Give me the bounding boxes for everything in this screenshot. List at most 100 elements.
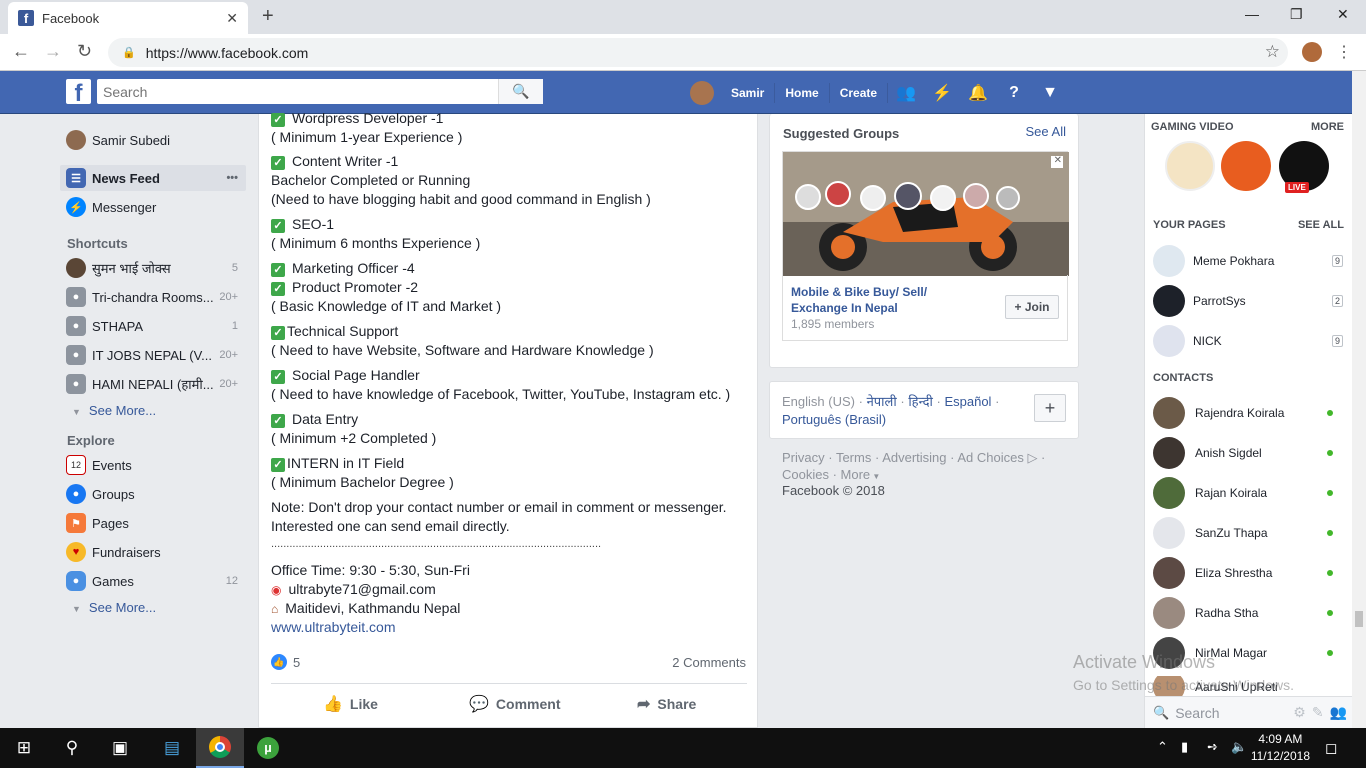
address-bar[interactable]: 🔒 https://www.facebook.com (108, 38, 1288, 67)
post-line: Interested one can send email directly. (271, 518, 510, 534)
more-link[interactable]: More (841, 467, 871, 482)
more-languages-button[interactable]: + (1034, 394, 1066, 422)
browser-tab[interactable]: f Facebook ✕ (8, 2, 248, 34)
browser-menu-icon[interactable]: ⋮ (1336, 42, 1352, 62)
file-explorer-icon[interactable]: ▤ (148, 728, 196, 768)
gaming-streamer-avatar[interactable]: LIVE (1279, 141, 1329, 193)
shortcut-item[interactable]: ● HAMI NEPALI (हामी... 20+ (60, 371, 246, 397)
profile-link[interactable]: Samir (721, 82, 776, 103)
account-dropdown-icon[interactable]: ▼ (1032, 84, 1068, 102)
search-icon[interactable]: 🔍 (498, 79, 543, 104)
new-group-icon[interactable]: 👥 (1330, 704, 1347, 721)
home-link[interactable]: Home (775, 82, 830, 103)
close-window-icon[interactable]: ✕ (1337, 6, 1349, 23)
contact-item[interactable]: Radha Stha (1153, 596, 1343, 630)
shortcut-item[interactable]: ● STHAPA 1 (60, 313, 246, 339)
back-icon[interactable]: ← (12, 41, 30, 62)
tray-expand-icon[interactable]: ⌃ (1157, 739, 1168, 755)
language-link[interactable]: हिन्दी (908, 394, 933, 409)
shortcut-avatar (66, 258, 86, 278)
calendar-icon: 12 (66, 455, 86, 475)
see-more-explore-link[interactable]: ▼ See More... (72, 600, 156, 615)
ad-choices-link[interactable]: Ad Choices (957, 450, 1023, 465)
sidebar-item-news-feed[interactable]: ☰ News Feed ••• (60, 165, 246, 191)
volume-icon[interactable]: 🔈 (1231, 739, 1247, 755)
create-link[interactable]: Create (830, 82, 889, 103)
sidebar-item-pages[interactable]: ⚑ Pages (60, 510, 246, 536)
search-input[interactable] (97, 79, 498, 104)
forward-icon[interactable]: → (44, 41, 62, 62)
group-name-link[interactable]: Mobile & Bike Buy/ Sell/ Exchange In Nep… (791, 284, 981, 316)
scrollbar-thumb[interactable] (1355, 611, 1363, 627)
action-center-icon[interactable]: ◻ (1325, 739, 1337, 757)
page-item[interactable]: Meme Pokhara 9 (1153, 244, 1343, 278)
page-item[interactable]: NICK 9 (1153, 324, 1343, 358)
cookies-link[interactable]: Cookies (782, 467, 829, 482)
minimize-icon[interactable]: — (1245, 6, 1259, 22)
new-tab-button[interactable]: + (262, 5, 274, 28)
bookmark-star-icon[interactable]: ☆ (1265, 42, 1280, 62)
task-view-icon[interactable]: ▣ (96, 728, 144, 768)
page-item[interactable]: ParrotSys 2 (1153, 284, 1343, 318)
gaming-streamer-avatar[interactable] (1165, 141, 1215, 191)
gaming-streamer-avatar[interactable] (1221, 141, 1271, 191)
user-avatar[interactable] (690, 80, 714, 105)
language-link[interactable]: नेपाली (867, 394, 897, 409)
facebook-logo-icon[interactable]: f (66, 79, 91, 104)
chat-search[interactable]: 🔍 Search ⚙ ✎ 👥 (1145, 696, 1353, 728)
like-button[interactable]: 👍 Like (323, 694, 378, 714)
utorrent-icon[interactable]: µ (244, 728, 292, 768)
join-group-button[interactable]: + Join (1005, 295, 1059, 319)
language-link[interactable]: Español (944, 394, 991, 409)
battery-icon[interactable]: ▮ (1181, 739, 1188, 755)
contact-item[interactable]: Anish Sigdel (1153, 436, 1343, 470)
reactions-count[interactable]: 👍 5 (271, 654, 300, 670)
page-scrollbar[interactable] (1352, 71, 1366, 728)
close-tab-icon[interactable]: ✕ (226, 10, 238, 27)
website-link[interactable]: www.ultrabyteit.com (271, 619, 395, 635)
language-link[interactable]: Português (Brasil) (782, 412, 886, 427)
sidebar-item-messenger[interactable]: ⚡ Messenger (60, 194, 246, 220)
gear-icon[interactable]: ⚙ (1293, 704, 1306, 721)
shortcut-item[interactable]: सुमन भाई जोक्स 5 (60, 255, 246, 281)
maximize-icon[interactable]: ❐ (1290, 6, 1303, 23)
terms-link[interactable]: Terms (836, 450, 871, 465)
see-all-link[interactable]: See All (1026, 124, 1066, 139)
privacy-link[interactable]: Privacy (782, 450, 825, 465)
contact-item[interactable]: Eliza Shrestha (1153, 556, 1343, 590)
contact-item[interactable]: Rajan Koirala (1153, 476, 1343, 510)
advertising-link[interactable]: Advertising (882, 450, 946, 465)
browser-profile-avatar[interactable] (1302, 42, 1322, 62)
chrome-icon[interactable] (196, 728, 244, 768)
flag-icon: ⚑ (66, 513, 86, 533)
sidebar-item-fundraisers[interactable]: ♥ Fundraisers (60, 539, 246, 565)
sidebar-item-games[interactable]: ● Games 12 (60, 568, 246, 594)
sidebar-item-profile[interactable]: Samir Subedi (60, 127, 246, 153)
windows-start-icon[interactable]: ⊞ (0, 728, 48, 768)
contact-item[interactable]: SanZu Thapa (1153, 516, 1343, 550)
contact-item[interactable]: Rajendra Koirala (1153, 396, 1343, 430)
news-feed-more-icon[interactable]: ••• (226, 172, 238, 184)
pages-see-all-link[interactable]: SEE ALL (1298, 219, 1344, 231)
comment-button[interactable]: 💬 Comment (469, 694, 560, 714)
share-button[interactable]: ➦ Share (637, 694, 696, 714)
sidebar-item-groups[interactable]: ● Groups (60, 481, 246, 507)
chevron-down-icon: ▼ (72, 407, 81, 417)
friend-requests-icon[interactable]: 👥 (888, 83, 924, 103)
gaming-more-link[interactable]: MORE (1311, 121, 1344, 133)
shortcut-item[interactable]: ● Tri-chandra Rooms... 20+ (60, 284, 246, 310)
sidebar-item-events[interactable]: 12 Events (60, 452, 246, 478)
notifications-bell-icon[interactable]: 🔔 (960, 83, 996, 103)
wifi-icon[interactable]: ➺ (1207, 739, 1218, 755)
dismiss-suggestion-icon[interactable]: ✕ (1054, 155, 1062, 166)
help-icon[interactable]: ? (996, 84, 1032, 102)
compose-icon[interactable]: ✎ (1312, 704, 1324, 721)
messenger-icon[interactable]: ⚡ (924, 83, 960, 103)
comments-count-link[interactable]: 2 Comments (672, 655, 746, 670)
group-cover-image[interactable]: ✕ (782, 151, 1069, 276)
see-more-shortcuts-link[interactable]: ▼ See More... (72, 403, 156, 418)
reload-icon[interactable]: ↻ (77, 41, 92, 62)
shortcut-item[interactable]: ● IT JOBS NEPAL (V... 20+ (60, 342, 246, 368)
taskbar-clock[interactable]: 4:09 AM 11/12/2018 (1251, 731, 1310, 765)
search-icon[interactable]: ⚲ (48, 728, 96, 768)
